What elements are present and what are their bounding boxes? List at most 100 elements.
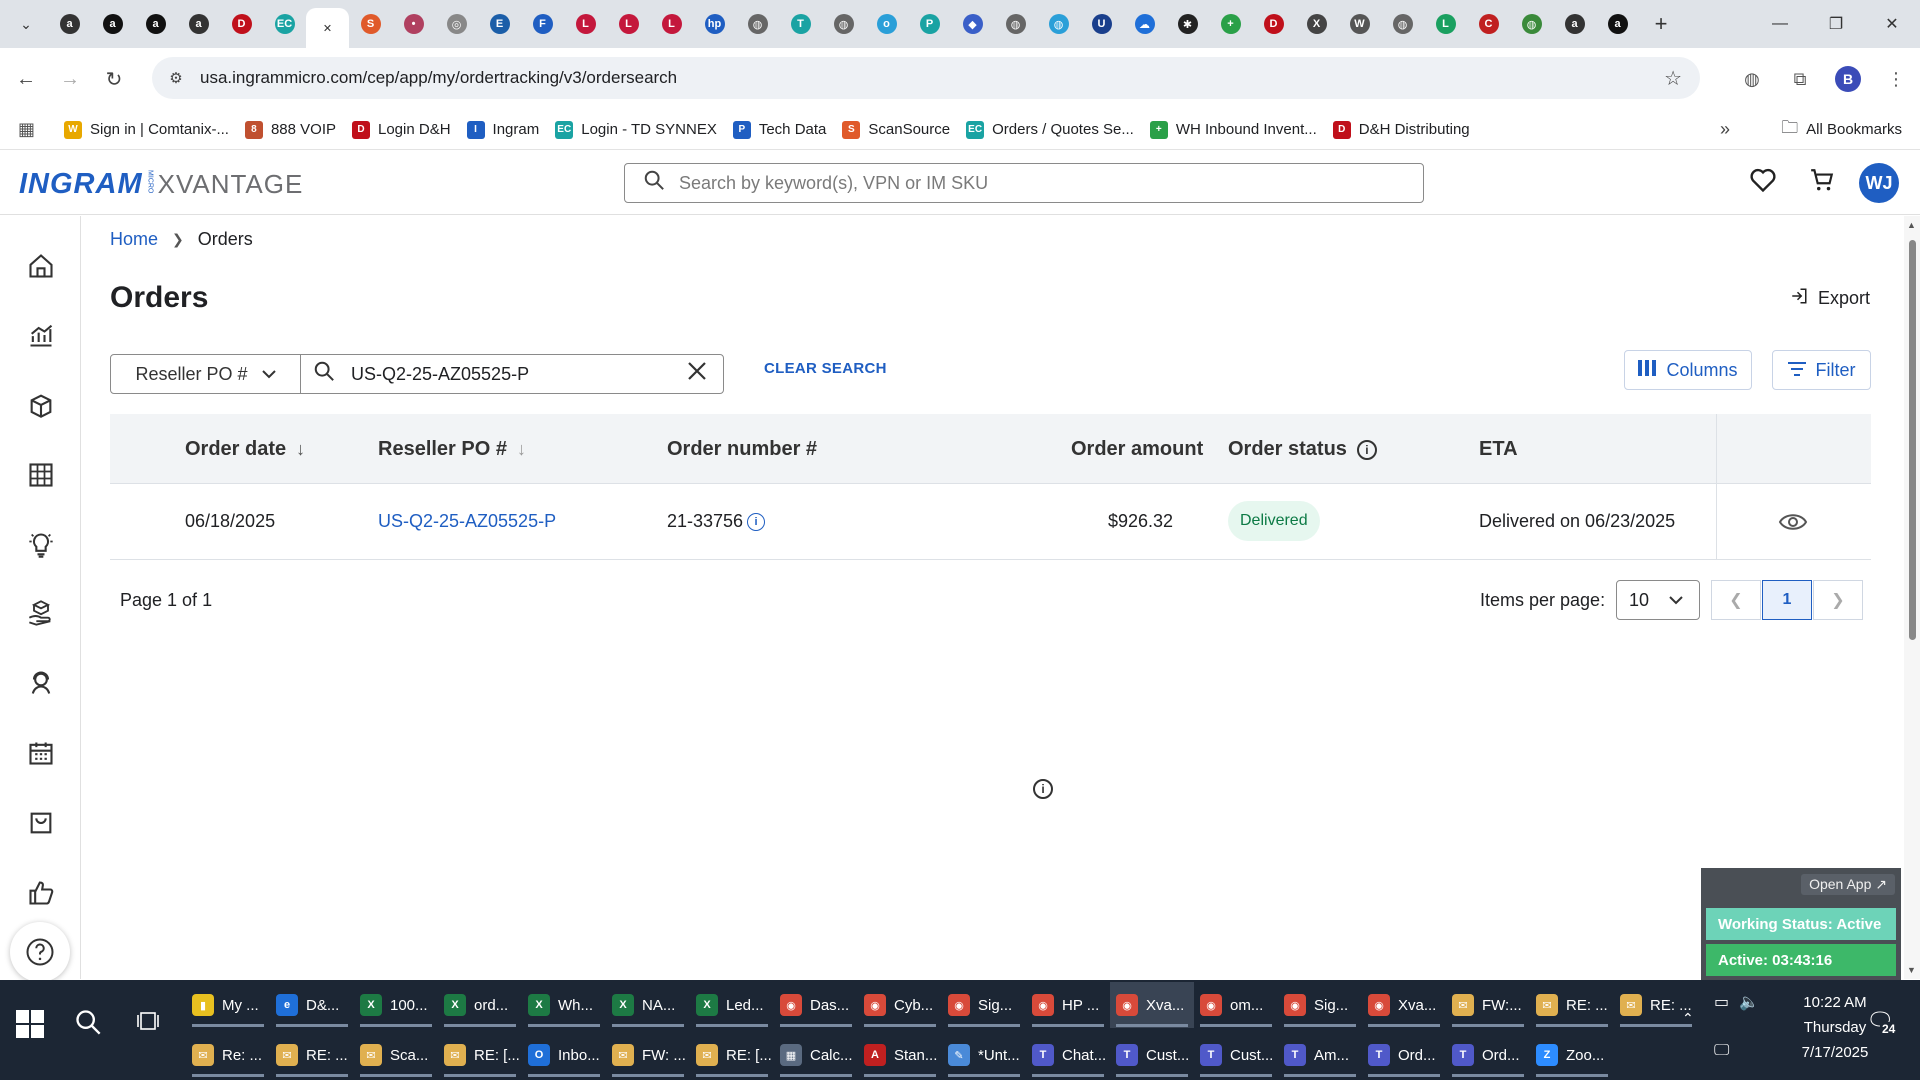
- browser-tab[interactable]: a: [91, 6, 134, 42]
- browser-tab[interactable]: L: [650, 6, 693, 42]
- browser-tab[interactable]: P: [908, 6, 951, 42]
- header-order-amount[interactable]: Order amount: [1071, 438, 1203, 461]
- bookmark-item[interactable]: EC Login - TD SYNNEX: [555, 120, 717, 139]
- taskbar-app[interactable]: ◉ Das...: [774, 982, 858, 1028]
- close-window-icon[interactable]: ✕: [1864, 0, 1920, 48]
- browser-tab[interactable]: X: [1295, 6, 1338, 42]
- taskbar-app[interactable]: X Led...: [690, 982, 774, 1028]
- browser-tab[interactable]: L: [564, 6, 607, 42]
- taskbar-app[interactable]: ◉ om...: [1194, 982, 1278, 1028]
- taskbar-app[interactable]: ◉ Cyb...: [858, 982, 942, 1028]
- taskbar-app[interactable]: ▦ Calc...: [774, 1032, 858, 1078]
- taskbar-app[interactable]: O Inbo...: [522, 1032, 606, 1078]
- bookmark-item[interactable]: P Tech Data: [732, 120, 826, 139]
- new-tab-button[interactable]: +: [1643, 6, 1679, 42]
- browser-tab[interactable]: U: [1080, 6, 1123, 42]
- taskbar-app[interactable]: ✉ RE: ...: [270, 1032, 354, 1078]
- browser-tab[interactable]: C: [1467, 6, 1510, 42]
- taskbar-app[interactable]: ✉ FW:...: [1446, 982, 1530, 1028]
- browser-tab[interactable]: S: [349, 6, 392, 42]
- browser-menu-icon[interactable]: ⋮: [1872, 69, 1920, 90]
- export-button[interactable]: Export: [1790, 287, 1870, 310]
- browser-tab[interactable]: ◆: [951, 6, 994, 42]
- taskbar-app[interactable]: ◉ Xva...: [1362, 982, 1446, 1028]
- user-avatar[interactable]: WJ: [1859, 163, 1899, 203]
- maximize-icon[interactable]: ❐: [1808, 0, 1864, 48]
- browser-tab[interactable]: D: [1252, 6, 1295, 42]
- taskbar-app[interactable]: Z Zoo...: [1530, 1032, 1614, 1078]
- prev-page-button[interactable]: ❮: [1711, 580, 1761, 620]
- taskbar-search-icon[interactable]: [74, 1008, 102, 1043]
- browser-tab[interactable]: a: [177, 6, 220, 42]
- scroll-up-icon[interactable]: ▲: [1907, 220, 1916, 230]
- product-search-input[interactable]: Search by keyword(s), VPN or IM SKU: [624, 163, 1424, 203]
- bookmark-item[interactable]: W Sign in | Comtanix-...: [64, 120, 229, 139]
- clear-search-button[interactable]: CLEAR SEARCH: [764, 360, 887, 377]
- bookmark-item[interactable]: 8 888 VOIP: [244, 120, 336, 139]
- sort-arrow-down-icon[interactable]: ↓: [296, 439, 305, 460]
- taskbar-app[interactable]: X NA...: [606, 982, 690, 1028]
- taskbar-app[interactable]: T Cust...: [1110, 1032, 1194, 1078]
- extensions-icon[interactable]: ⧉: [1776, 69, 1824, 90]
- back-icon[interactable]: ←: [8, 61, 44, 97]
- search-field-select[interactable]: Reseller PO #: [111, 355, 301, 393]
- cart-icon[interactable]: [1809, 167, 1835, 200]
- header-eta[interactable]: ETA: [1479, 438, 1518, 461]
- browser-tab[interactable]: L: [1424, 6, 1467, 42]
- services-hand-icon[interactable]: [24, 596, 58, 630]
- page-number-button[interactable]: 1: [1762, 580, 1812, 620]
- ingram-xvantage-logo[interactable]: INGRAM MICRO XVANTAGE: [19, 168, 303, 201]
- header-order-date[interactable]: Order date ↓: [185, 438, 305, 461]
- taskbar-app[interactable]: e D&...: [270, 982, 354, 1028]
- bookmark-item[interactable]: D D&H Distributing: [1332, 120, 1470, 139]
- taskbar-app[interactable]: ✉ Re: ...: [186, 1032, 270, 1078]
- scroll-thumb[interactable]: [1909, 240, 1916, 640]
- taskbar-app[interactable]: A Stan...: [858, 1032, 942, 1078]
- header-order-number[interactable]: Order number #: [667, 438, 817, 461]
- bookmark-item[interactable]: + WH Inbound Invent...: [1149, 120, 1317, 139]
- browser-tab[interactable]: F: [521, 6, 564, 42]
- browser-tab[interactable]: ✱: [1166, 6, 1209, 42]
- close-tab-icon[interactable]: ✕: [318, 18, 338, 38]
- info-icon[interactable]: i: [1356, 439, 1377, 460]
- open-app-button[interactable]: Open App ↗: [1801, 874, 1895, 895]
- products-box-icon[interactable]: [24, 388, 58, 422]
- task-view-icon[interactable]: [136, 1010, 160, 1038]
- next-page-button[interactable]: ❯: [1813, 580, 1863, 620]
- header-order-status[interactable]: Order status i: [1228, 438, 1377, 461]
- order-info-icon[interactable]: i: [747, 512, 766, 531]
- home-icon[interactable]: [24, 249, 58, 283]
- favorites-heart-icon[interactable]: [1749, 167, 1777, 200]
- taskbar-app[interactable]: ▮ My ...: [186, 982, 270, 1028]
- active-browser-tab[interactable]: ✕: [306, 8, 349, 48]
- browser-tab[interactable]: W: [1338, 6, 1381, 42]
- browser-tab[interactable]: ◍: [994, 6, 1037, 42]
- columns-button[interactable]: Columns: [1624, 350, 1752, 390]
- browser-tab[interactable]: a: [1596, 6, 1639, 42]
- page-scrollbar[interactable]: ▲ ▼: [1904, 216, 1920, 979]
- bookmark-star-icon[interactable]: ☆: [1664, 66, 1682, 91]
- thumbs-up-icon[interactable]: [24, 876, 58, 910]
- network-icon[interactable]: 🖵: [1714, 1042, 1729, 1060]
- browser-tab[interactable]: ☁: [1123, 6, 1166, 42]
- filter-button[interactable]: Filter: [1772, 350, 1871, 390]
- windows-start-icon[interactable]: [16, 1010, 44, 1038]
- support-agent-icon[interactable]: [24, 666, 58, 700]
- analytics-icon[interactable]: [24, 318, 58, 352]
- taskbar-app[interactable]: X 100...: [354, 982, 438, 1028]
- show-hidden-icons[interactable]: ⌃: [1682, 1010, 1694, 1027]
- help-question-icon[interactable]: [10, 922, 70, 982]
- browser-tab[interactable]: •: [392, 6, 435, 42]
- calendar-icon[interactable]: [24, 736, 58, 770]
- taskbar-app[interactable]: ✉ FW: ...: [606, 1032, 690, 1078]
- browser-tab[interactable]: EC: [263, 6, 306, 42]
- browser-tab[interactable]: a: [134, 6, 177, 42]
- url-text[interactable]: usa.ingrammicro.com/cep/app/my/ordertrac…: [200, 68, 677, 88]
- profile-avatar[interactable]: B: [1835, 66, 1861, 92]
- tab-search-icon[interactable]: ⌄: [8, 6, 44, 42]
- browser-tab[interactable]: ◎: [435, 6, 478, 42]
- sort-arrow-down-icon[interactable]: ↓: [517, 439, 526, 460]
- taskbar-app[interactable]: ✉ RE: ...: [1530, 982, 1614, 1028]
- browser-tab[interactable]: D: [220, 6, 263, 42]
- shopping-bag-icon[interactable]: [24, 806, 58, 840]
